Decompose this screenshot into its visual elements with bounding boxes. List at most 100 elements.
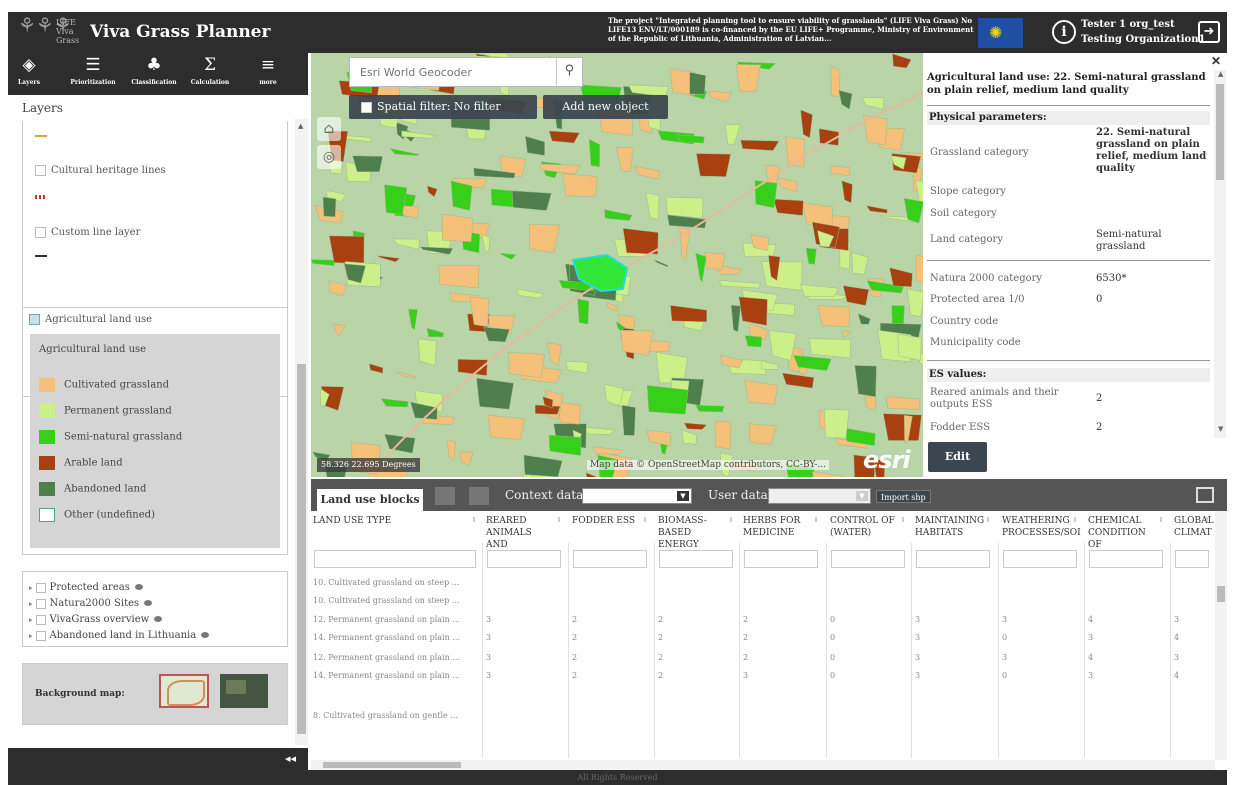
land-parcel[interactable]	[562, 173, 598, 197]
expand-icon[interactable]: ▸	[29, 616, 33, 624]
tab-land-use-blocks[interactable]: Land use blocks	[317, 489, 423, 511]
sort-icon[interactable]: ⇕	[728, 516, 734, 524]
land-parcel[interactable]	[830, 65, 841, 97]
land-parcel[interactable]	[744, 335, 762, 348]
layer-checkbox[interactable]	[29, 314, 40, 325]
column-header[interactable]: REARED ANIMALS AND	[486, 515, 554, 551]
map-view[interactable]: ⚲ Spatial filter: No filter Add new obje…	[311, 53, 923, 477]
land-parcel[interactable]	[352, 155, 383, 173]
land-parcel[interactable]	[740, 139, 780, 151]
table-cell[interactable]: 4	[1088, 653, 1093, 662]
land-parcel[interactable]	[441, 213, 474, 242]
land-parcel[interactable]	[438, 265, 480, 289]
prioritization-button[interactable]: ☰ Prioritization	[66, 53, 120, 95]
table-cell[interactable]: 2	[572, 671, 577, 680]
classification-button[interactable]: ♣ Classification	[125, 53, 183, 95]
layer-natura2000[interactable]: ▸ Natura2000 Sites	[29, 598, 153, 609]
table-cell[interactable]: 0	[830, 633, 835, 642]
table-cell[interactable]: 3	[915, 671, 920, 680]
column-header[interactable]: CONTROL OF (WATER)	[830, 515, 898, 539]
grid-vertical-scrollbar[interactable]	[1215, 511, 1227, 760]
layer-custom-line[interactable]: Custom line layer	[35, 227, 140, 238]
layers-scrollbar[interactable]: ▲	[295, 119, 308, 745]
table-cell[interactable]: 14. Permanent grassland on plain ...	[313, 633, 460, 642]
column-filter-input[interactable]	[1003, 550, 1077, 568]
context-data-select[interactable]: ▼	[582, 488, 692, 504]
table-cell[interactable]: 2	[658, 615, 663, 624]
column-header[interactable]: BIOMASS-BASED ENERGY	[658, 515, 726, 551]
layer-abandoned-land[interactable]: ▸ Abandoned land in Lithuania	[29, 630, 210, 641]
land-parcel[interactable]	[696, 153, 731, 177]
sort-icon[interactable]: ⇕	[813, 516, 819, 524]
table-cell[interactable]: 3	[1174, 615, 1179, 624]
land-parcel[interactable]	[665, 196, 704, 219]
layer-checkbox[interactable]	[35, 614, 46, 625]
land-parcel[interactable]	[508, 351, 545, 379]
sort-icon[interactable]: ⇕	[1204, 516, 1210, 524]
land-parcel[interactable]	[915, 255, 923, 286]
layer-cultural-heritage-lines[interactable]: Cultural heritage lines	[35, 165, 166, 176]
table-cell[interactable]: 3	[486, 633, 491, 642]
table-cell[interactable]: 2	[743, 615, 748, 624]
land-parcel[interactable]	[738, 296, 768, 326]
land-parcel[interactable]	[622, 228, 659, 255]
table-cell[interactable]: 10. Cultivated grassland on steep ...	[313, 596, 459, 605]
layer-checkbox[interactable]	[35, 165, 46, 176]
table-cell[interactable]: 2	[572, 633, 577, 642]
land-parcel[interactable]	[817, 305, 851, 328]
table-cell[interactable]: 10. Cultivated grassland on steep ...	[313, 578, 459, 587]
scroll-thumb[interactable]	[1217, 586, 1225, 602]
table-cell[interactable]: 8. Cultivated grassland on gentle ...	[313, 711, 458, 720]
land-parcel[interactable]	[322, 196, 337, 218]
table-cell[interactable]: 3	[1002, 615, 1007, 624]
visibility-icon[interactable]	[201, 632, 210, 638]
search-icon[interactable]: ⚲	[556, 58, 582, 86]
land-parcel[interactable]	[761, 261, 803, 291]
column-filter-input[interactable]	[744, 550, 818, 568]
table-cell[interactable]: 3	[486, 615, 491, 624]
column-filter-input[interactable]	[573, 550, 647, 568]
grid-horizontal-scrollbar[interactable]	[311, 760, 1215, 770]
table-cell[interactable]: 12. Permanent grassland on plain ...	[313, 653, 460, 662]
table-cell[interactable]: 3	[1088, 633, 1093, 642]
sort-icon[interactable]: ⇕	[1072, 516, 1078, 524]
expand-icon[interactable]: ▸	[29, 584, 33, 592]
column-header[interactable]: GLOBAL CLIMAT	[1174, 515, 1214, 539]
column-header[interactable]: CHEMICAL CONDITION OF	[1088, 515, 1156, 551]
column-header[interactable]: MAINTAINING HABITATS	[915, 515, 984, 539]
calculation-button[interactable]: Σ Calculation	[186, 53, 234, 95]
table-cell[interactable]: 3	[743, 671, 748, 680]
table-cell[interactable]: 0	[830, 671, 835, 680]
table-chart-icon[interactable]	[469, 487, 489, 505]
table-cell[interactable]: 12. Permanent grassland on plain ...	[313, 615, 460, 624]
table-cell[interactable]: 3	[1174, 653, 1179, 662]
info-scrollbar[interactable]: ▲ ▼	[1214, 70, 1226, 438]
land-parcel[interactable]	[646, 385, 689, 415]
table-cell[interactable]: 2	[572, 615, 577, 624]
home-icon[interactable]: ⌂	[317, 117, 341, 141]
land-parcel[interactable]	[714, 421, 732, 450]
layer-checkbox[interactable]	[35, 598, 46, 609]
column-filter-input[interactable]	[314, 550, 476, 568]
column-header[interactable]: WEATHERING PROCESSES/SOI	[1002, 515, 1081, 539]
table-cell[interactable]: 4	[1088, 615, 1093, 624]
locate-icon[interactable]: ◎	[317, 145, 341, 169]
land-parcel[interactable]	[854, 365, 877, 398]
satellite-basemap-thumbnail[interactable]	[220, 674, 268, 708]
column-filter-input[interactable]	[831, 550, 905, 568]
scroll-up-icon[interactable]: ▲	[298, 122, 303, 130]
add-new-object-button[interactable]: Add new object	[543, 95, 668, 119]
land-parcel[interactable]	[621, 330, 654, 356]
table-cell[interactable]: 3	[915, 633, 920, 642]
layer-agricultural-land-use[interactable]: Agricultural land use	[29, 314, 152, 325]
import-shp-button[interactable]: Import shp	[876, 490, 931, 503]
table-cell[interactable]: 2	[572, 653, 577, 662]
table-cell[interactable]: 3	[915, 615, 920, 624]
land-parcel[interactable]	[704, 252, 726, 270]
scroll-down-icon[interactable]: ▼	[1218, 425, 1223, 433]
expand-icon[interactable]: ▸	[29, 632, 33, 640]
street-basemap-thumbnail[interactable]	[159, 674, 209, 708]
column-header[interactable]: FODDER ESS	[572, 515, 640, 527]
visibility-icon[interactable]	[154, 616, 163, 622]
table-cell[interactable]: 3	[486, 653, 491, 662]
